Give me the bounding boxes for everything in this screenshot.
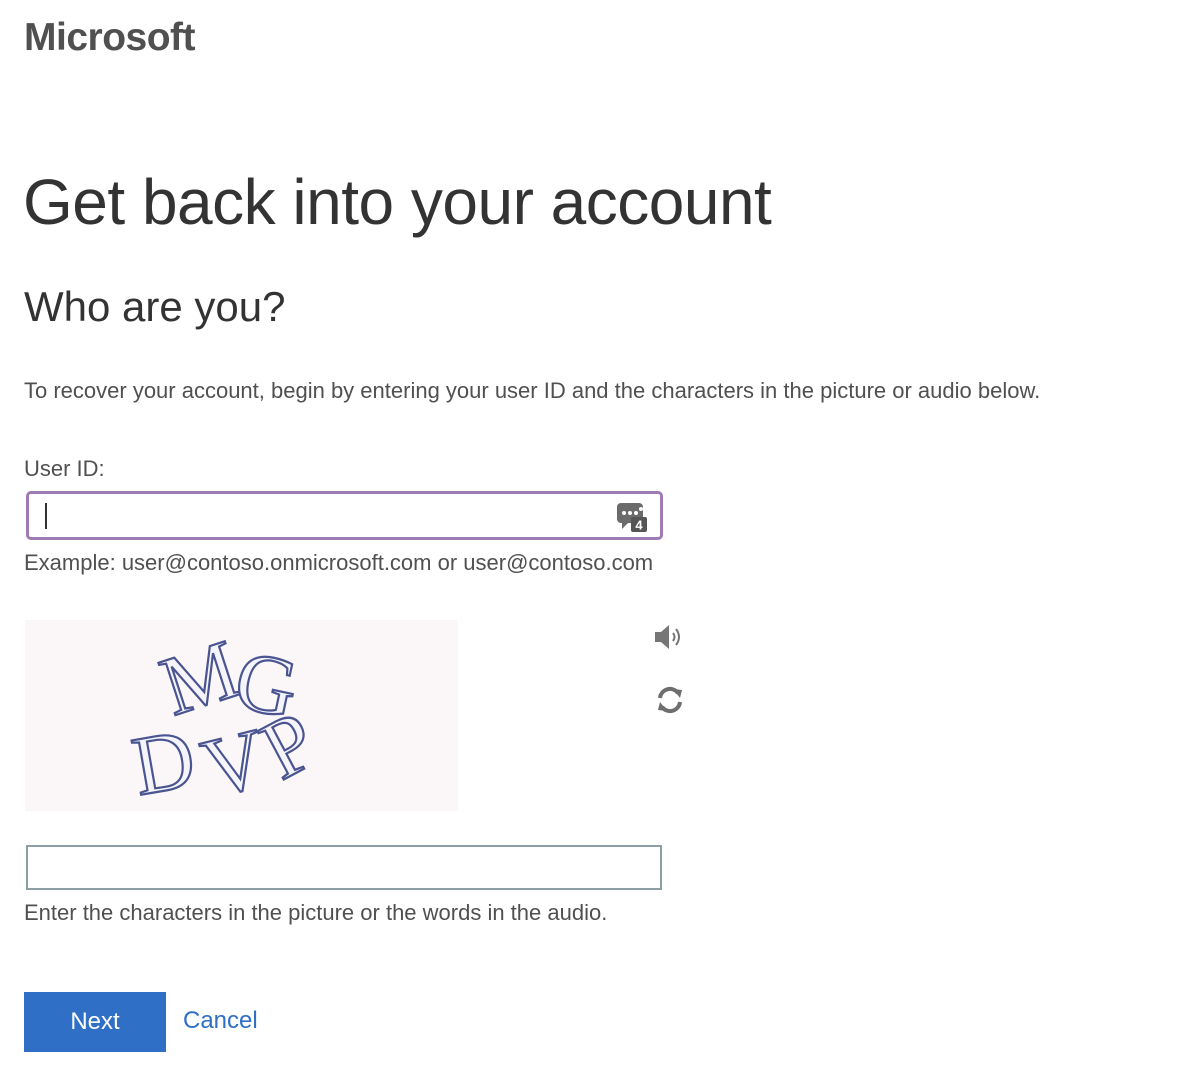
section-title: Who are you? [24,283,286,330]
captcha-image: M G D V P [25,620,458,811]
text-caret [45,503,47,529]
user-id-example: Example: user@contoso.onmicrosoft.com or… [24,550,654,575]
password-manager-icon[interactable]: 4 [616,500,648,532]
user-id-input[interactable] [29,494,599,537]
next-button[interactable]: Next [24,992,166,1052]
captcha-input[interactable] [26,845,662,890]
user-id-field[interactable]: 4 [26,491,663,540]
refresh-icon[interactable] [655,685,685,715]
user-id-label: User ID: [24,456,105,481]
instructions-text: To recover your account, begin by enteri… [24,378,1041,403]
microsoft-logo: Microsoft [24,16,196,59]
captcha-help-text: Enter the characters in the picture or t… [24,900,608,925]
page-title: Get back into your account [23,166,772,238]
cancel-link[interactable]: Cancel [183,1006,258,1036]
password-manager-badge: 4 [635,518,643,533]
speaker-icon[interactable] [652,622,686,652]
